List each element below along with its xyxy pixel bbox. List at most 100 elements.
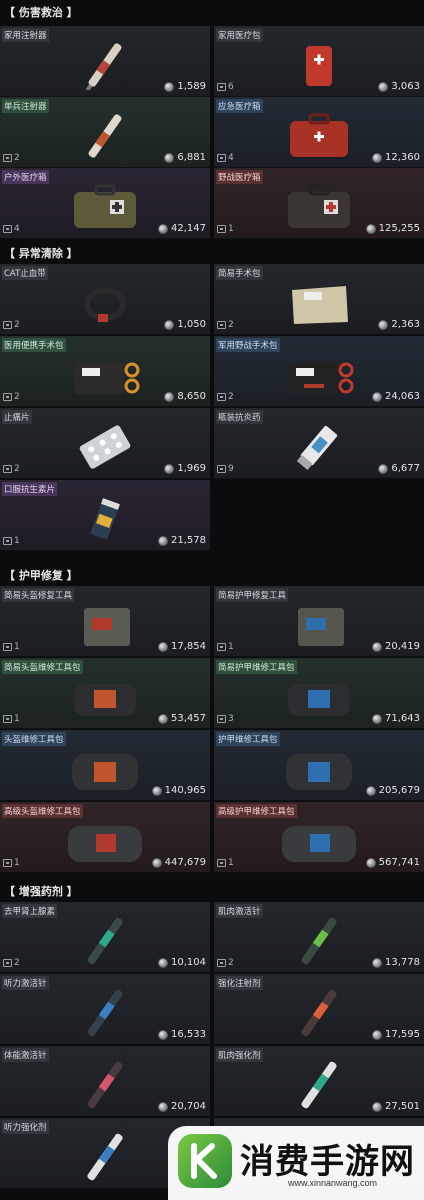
- item-card-armor-kit-adv[interactable]: 高级护甲维修工具包 1 567,741: [214, 802, 424, 873]
- item-name: 肌肉激活针: [216, 904, 263, 918]
- safe-icon: [217, 321, 226, 329]
- section-header-boost: 【 增强药剂 】: [0, 883, 424, 901]
- coin-icon: [158, 535, 168, 546]
- item-card-helmet-kit[interactable]: 头盔维修工具包 140,965: [0, 730, 210, 801]
- coin-icon: [372, 957, 382, 968]
- item-card-armor-kit[interactable]: 护甲维修工具包 205,679: [214, 730, 424, 801]
- safe-icon: [217, 393, 226, 401]
- item-card-painkiller[interactable]: 止痛片 2 1,969: [0, 408, 210, 479]
- safe-icon: [3, 859, 12, 867]
- safe-icon: [217, 465, 226, 473]
- price: 6,677: [378, 463, 420, 474]
- tourniquet-icon: [84, 287, 126, 322]
- item-card-cat-tourniquet[interactable]: CAT止血带 2 1,050: [0, 264, 210, 335]
- safe-icon: [3, 321, 12, 329]
- coin-icon: [151, 785, 162, 796]
- coin-icon: [158, 1029, 168, 1040]
- price: 17,595: [372, 1029, 420, 1040]
- quantity: 4: [3, 224, 20, 234]
- injector-icon: [87, 1061, 123, 1109]
- item-card-emergency-kit[interactable]: 应急医疗箱 4 12,360: [214, 97, 424, 168]
- coin-icon: [158, 641, 168, 652]
- price: 3,063: [378, 81, 420, 92]
- item-card-muscle-boost[interactable]: 肌肉强化剂 27,501: [214, 1046, 424, 1117]
- price: 567,741: [365, 857, 420, 868]
- coin-icon: [164, 463, 175, 474]
- coin-icon: [164, 319, 175, 330]
- quantity: 2: [3, 320, 20, 330]
- item-name: 去甲肾上腺素: [2, 904, 58, 918]
- item-name: 听力强化剂: [2, 1120, 49, 1134]
- quantity: 2: [3, 464, 20, 474]
- safe-icon: [217, 959, 226, 967]
- quantity: 1: [3, 858, 20, 868]
- coin-icon: [365, 785, 376, 796]
- item-name: 口服抗生素片: [2, 482, 58, 496]
- safe-icon: [217, 83, 226, 91]
- item-card-armor-tool-simple[interactable]: 简易护甲修复工具 1 20,419: [214, 586, 424, 657]
- safe-icon: [3, 715, 12, 723]
- item-card-home-medkit[interactable]: 家用医疗包 6 3,063: [214, 26, 424, 97]
- repair-bag-icon: [72, 754, 138, 790]
- item-name: 听力激活针: [2, 976, 49, 990]
- watermark: 消费手游网 www.xinnanwang.com: [168, 1126, 424, 1200]
- injector-icon: [301, 917, 337, 965]
- coin-icon: [372, 152, 382, 163]
- safe-icon: [3, 225, 12, 233]
- price: 20,704: [158, 1101, 206, 1112]
- coin-icon: [372, 1029, 382, 1040]
- item-name: 单兵注射器: [2, 99, 49, 113]
- item-name: 医用便携手术包: [2, 338, 66, 352]
- quantity: 1: [217, 858, 234, 868]
- quantity: 2: [3, 392, 20, 402]
- price: 27,501: [372, 1101, 420, 1112]
- item-name: 肌肉强化剂: [216, 1048, 263, 1062]
- item-card-armor-kit-simple[interactable]: 简易护甲维修工具包 3 71,643: [214, 658, 424, 729]
- item-card-oral-antibiotic[interactable]: 口服抗生素片 1 21,578: [0, 480, 210, 551]
- item-card-helmet-kit-simple[interactable]: 简易头盔维修工具包 1 53,457: [0, 658, 210, 729]
- item-card-helmet-tool-simple[interactable]: 简易头盔修复工具 1 17,854: [0, 586, 210, 657]
- repair-kit-icon: [298, 608, 344, 646]
- safe-icon: [3, 959, 12, 967]
- repair-kit-icon: [84, 608, 130, 646]
- coin-icon: [372, 641, 382, 652]
- item-card-muscle-inj[interactable]: 肌肉激活针 2 13,778: [214, 902, 424, 973]
- repair-bag-icon: [288, 684, 350, 716]
- injector-icon: [301, 1061, 337, 1109]
- item-name: 野战医疗箱: [216, 170, 263, 184]
- item-card-field-kit[interactable]: 野战医疗箱 1 125,255: [214, 168, 424, 239]
- site-logo-icon: [178, 1134, 232, 1188]
- surgery-pouch-icon: [288, 362, 354, 394]
- item-name: 应急医疗箱: [216, 99, 263, 113]
- item-card-home-syringe[interactable]: 家用注射器 1,589: [0, 26, 210, 97]
- item-card-boost-syringe[interactable]: 强化注射剂 17,595: [214, 974, 424, 1045]
- watermark-title: 消费手游网: [240, 1142, 415, 1182]
- safe-icon: [3, 393, 12, 401]
- coin-icon: [378, 81, 389, 92]
- item-card-epinephrine[interactable]: 去甲肾上腺素 2 10,104: [0, 902, 210, 973]
- item-card-bottle-anti[interactable]: 瓶装抗炎药 9 6,677: [214, 408, 424, 479]
- safe-icon: [3, 537, 12, 545]
- item-card-outdoor-kit[interactable]: 户外医疗箱 4 42,147: [0, 168, 210, 239]
- price: 447,679: [151, 857, 206, 868]
- item-card-medical-surgery[interactable]: 医用便携手术包 2 8,650: [0, 336, 210, 407]
- quantity: 1: [3, 642, 20, 652]
- price: 10,104: [158, 957, 206, 968]
- quantity: 2: [3, 958, 20, 968]
- item-card-soldier-syringe[interactable]: 单兵注射器 2 6,881: [0, 97, 210, 168]
- price: 1,589: [164, 81, 206, 92]
- item-name: 简易手术包: [216, 266, 263, 280]
- safe-icon: [217, 225, 226, 233]
- item-card-simple-surgery[interactable]: 简易手术包 2 2,363: [214, 264, 424, 335]
- price: 125,255: [365, 223, 420, 234]
- section-header-healing: 【 伤害救治 】: [0, 4, 424, 22]
- item-card-military-surgery[interactable]: 军用野战手术包 2 24,063: [214, 336, 424, 407]
- coin-icon: [372, 1101, 382, 1112]
- safe-icon: [217, 643, 226, 651]
- item-card-hearing-inj[interactable]: 听力激活针 16,533: [0, 974, 210, 1045]
- item-card-helmet-kit-adv[interactable]: 高级头盔维修工具包 1 447,679: [0, 802, 210, 873]
- section-header-status: 【 异常清除 】: [0, 245, 424, 263]
- price: 21,578: [158, 535, 206, 546]
- item-card-stamina-inj[interactable]: 体能激活针 20,704: [0, 1046, 210, 1117]
- item-name: 家用医疗包: [216, 28, 263, 42]
